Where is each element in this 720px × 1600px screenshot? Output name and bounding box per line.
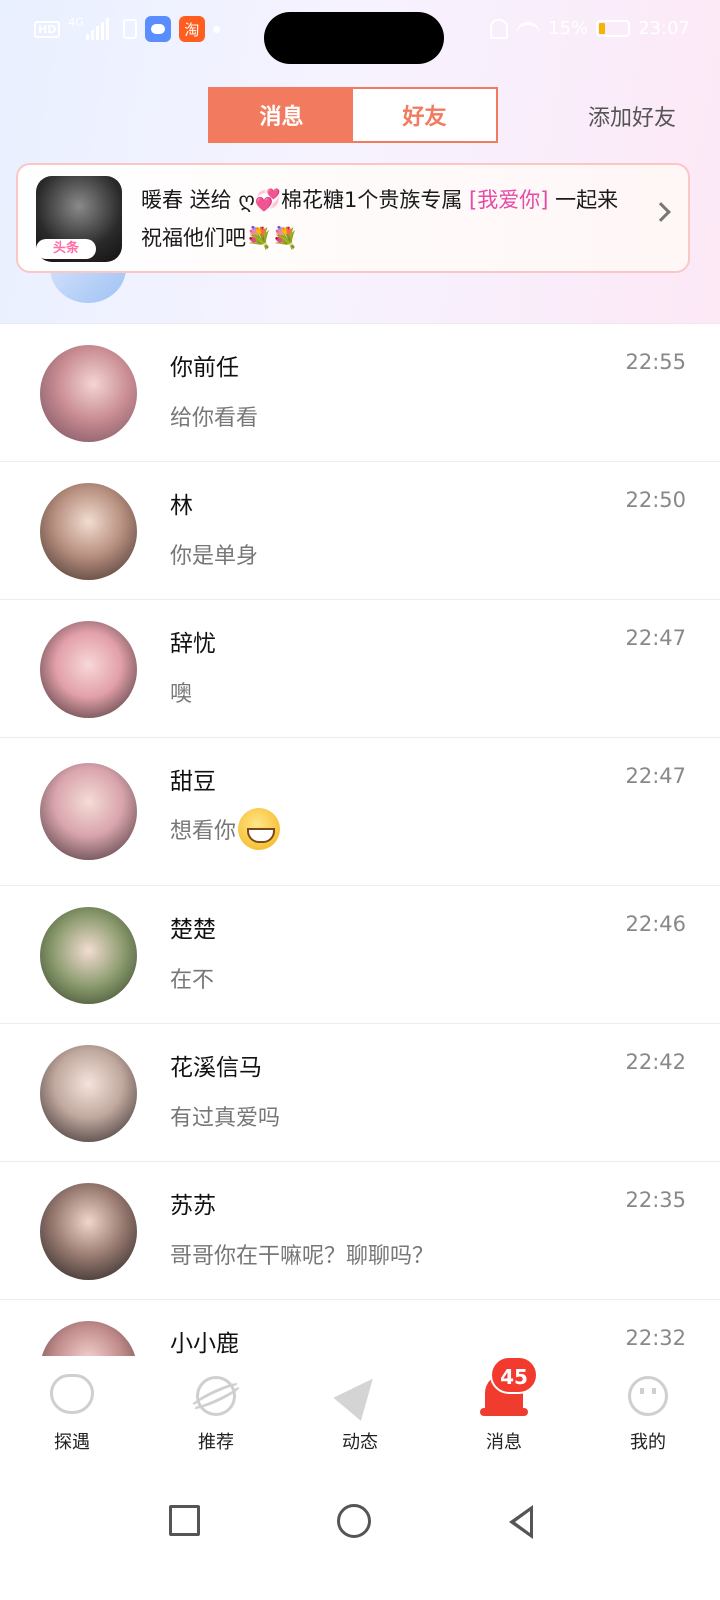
contact-name: 你前任 (170, 355, 239, 381)
contact-name: 楚楚 (170, 917, 216, 943)
tab-label: 我的 (630, 1432, 666, 1453)
status-bar: HD 4G 淘 15% 23:07 (0, 0, 720, 64)
message-text: 想看你 (170, 819, 237, 844)
message-time: 22:42 (625, 1050, 686, 1074)
message-text: 有过真爱吗 (170, 1106, 281, 1131)
avatar (40, 1321, 137, 1356)
conversation-row[interactable]: 苏苏 22:35 哥哥你在干嘛呢？聊聊吗？ (0, 1161, 720, 1299)
conversation-row[interactable]: 花溪信马 22:42 有过真爱吗 (0, 1023, 720, 1161)
banner-highlight: [我爱你] (469, 188, 549, 212)
taobao-icon: 淘 (178, 16, 205, 42)
banner-text: 暖春 送给 ღ💞棉花糖1个贵族专属 [我爱你] 一起来祝福他们吧💐💐 (141, 181, 639, 257)
message-text: 给你看看 (170, 406, 259, 431)
status-right: 15% 23:07 (490, 18, 690, 39)
message-time: 22:47 (625, 764, 686, 788)
tab-label: 探遇 (54, 1432, 90, 1453)
avatar (40, 483, 137, 580)
contact-name: 花溪信马 (170, 1055, 262, 1081)
recents-square-icon[interactable] (169, 1505, 200, 1536)
system-nav-bar (0, 1468, 720, 1600)
signal-icon (85, 18, 109, 40)
robot-app-icon (144, 16, 171, 42)
hd-icon: HD (34, 20, 61, 38)
headline-tag: 头条 (36, 239, 96, 259)
wifi-icon (516, 21, 541, 36)
message-preview: 你是单身 (170, 538, 258, 570)
message-text: 噢 (170, 682, 193, 707)
conversation-row[interactable]: 林 22:50 你是单身 (0, 461, 720, 599)
contact-name: 苏苏 (170, 1193, 216, 1219)
conversation-row[interactable]: 小小鹿 22:32 (0, 1299, 720, 1356)
grinning-emoji-icon (238, 808, 281, 850)
paper-plane-icon (333, 1367, 387, 1421)
status-left: HD 4G 淘 (34, 16, 220, 42)
home-circle-icon[interactable] (337, 1504, 371, 1538)
message-preview: 哥哥你在干嘛呢？聊聊吗？ (170, 1238, 434, 1270)
camera-notch (264, 12, 444, 64)
avatar (40, 763, 137, 860)
contact-name: 小小鹿 (170, 1331, 239, 1356)
app-root: HD 4G 淘 15% 23:07 消息 好友 添加好友 头条 暖春 送给 ღ💞… (0, 0, 720, 1600)
message-time: 22:50 (625, 488, 686, 512)
avatar (40, 345, 137, 442)
tab-label: 消息 (486, 1432, 522, 1453)
avatar (40, 1183, 137, 1280)
clock: 23:07 (638, 18, 690, 39)
conversation-row[interactable]: 你前任 22:55 给你看看 (0, 323, 720, 461)
tab-messages[interactable]: 消息 (210, 89, 353, 141)
message-preview: 想看你 (170, 808, 281, 850)
conversation-row[interactable]: 辞忧 22:47 噢 (0, 599, 720, 737)
message-preview: 在不 (170, 962, 214, 994)
unread-badge: 45 (490, 1356, 538, 1394)
tab-me[interactable]: 我的 (576, 1356, 720, 1468)
face-icon (626, 1374, 670, 1418)
message-time: 22:32 (625, 1326, 686, 1350)
avatar (40, 907, 137, 1004)
message-time: 22:47 (625, 626, 686, 650)
tab-moments[interactable]: 动态 (288, 1356, 432, 1468)
message-text: 你是单身 (170, 544, 259, 569)
message-time: 22:46 (625, 912, 686, 936)
avatar (40, 621, 137, 718)
contact-name: 辞忧 (170, 631, 216, 657)
battery-icon (596, 20, 631, 37)
message-preview: 有过真爱吗 (170, 1100, 280, 1132)
heart-icon (50, 1374, 94, 1418)
tab-label: 动态 (342, 1432, 378, 1453)
contact-name: 林 (170, 493, 193, 519)
avatar (50, 273, 126, 303)
conversation-row[interactable]: 楚楚 22:46 在不 (0, 885, 720, 1023)
conversation-list[interactable]: 你前任 22:55 给你看看 林 22:50 你是单身 辞忧 22:47 噢 甜… (0, 273, 720, 1356)
tab-explore[interactable]: 探遇 (0, 1356, 144, 1468)
message-text: 哥哥你在干嘛呢？聊聊吗？ (170, 1244, 435, 1269)
alert-icon (122, 19, 137, 39)
tab-label: 推荐 (198, 1432, 234, 1453)
gift-announcement-banner[interactable]: 头条 暖春 送给 ღ💞棉花糖1个贵族专属 [我爱你] 一起来祝福他们吧💐💐 (16, 163, 690, 273)
battery-percent: 15% (548, 18, 589, 39)
banner-text-before: 暖春 送给 ღ💞棉花糖1个贵族专属 (141, 188, 470, 212)
message-time: 22:55 (625, 350, 686, 374)
mute-icon (490, 18, 509, 39)
dot-icon (212, 25, 220, 33)
message-time: 22:35 (625, 1188, 686, 1212)
network-type: 4G (68, 16, 84, 29)
add-friend-button[interactable]: 添加好友 (588, 100, 676, 132)
bottom-tab-bar: 探遇 推荐 动态 消息 我的 45 (0, 1356, 720, 1468)
message-text: 在不 (170, 968, 215, 993)
segmented-tabs: 消息 好友 (208, 87, 498, 143)
avatar (40, 1045, 137, 1142)
conversation-row[interactable]: 甜豆 22:47 想看你 (0, 737, 720, 885)
message-preview: 噢 (170, 676, 192, 708)
tab-friends[interactable]: 好友 (353, 89, 496, 141)
message-preview: 给你看看 (170, 400, 258, 432)
contact-name: 甜豆 (170, 769, 216, 795)
tab-recommend[interactable]: 推荐 (144, 1356, 288, 1468)
back-triangle-icon[interactable] (509, 1505, 533, 1539)
chevron-right-icon (651, 202, 671, 222)
planet-icon (188, 1374, 244, 1418)
